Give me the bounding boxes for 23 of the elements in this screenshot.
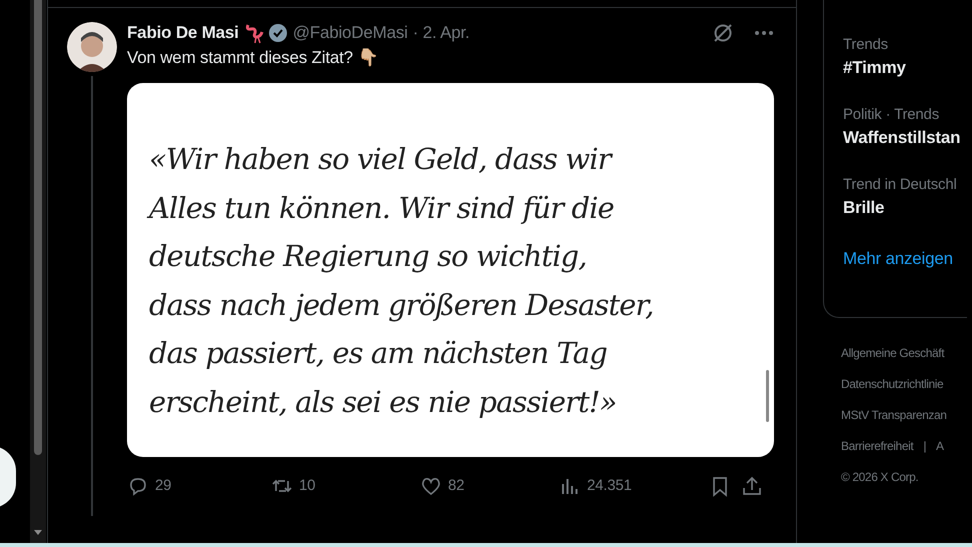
show-more-link[interactable]: Mehr anzeigen [843, 246, 967, 272]
trend-context: Trend in Deutschl [843, 176, 958, 194]
author-handle[interactable]: @FabioDeMasi [292, 20, 408, 46]
quote-text: «Wir haben so viel Geld, dass wir Alles tun können. Wir sind für die deutsche Regierung so wichtig, dass nach jedem größeren Desaster, das passiert, es am nächsten Tag erscheint, als sei es nie passiert!» [149, 135, 654, 426]
footer-link[interactable]: A [936, 437, 944, 455]
footer-link[interactable]: Barrierefreiheit [841, 437, 914, 455]
views-button[interactable]: 24.351 [559, 474, 709, 498]
trend-topic[interactable]: Brille [843, 197, 967, 219]
trend-topic[interactable]: #Timmy [843, 57, 967, 79]
author-name[interactable]: Fabio De Masi [127, 20, 239, 46]
trend-context: Trends [843, 36, 889, 54]
repost-button[interactable]: 10 [271, 474, 420, 498]
footer-link[interactable]: Allgemeine Geschäft [841, 344, 944, 362]
trend-topic[interactable]: Waffenstillstan [843, 127, 967, 149]
trend-context: Politik · Trends [843, 106, 940, 124]
footer-link[interactable]: MStV Transparenzan [841, 406, 947, 424]
like-button[interactable]: 82 [420, 474, 559, 498]
reply-button[interactable]: 29 [127, 474, 271, 498]
footer-link[interactable]: Datenschutzrichtlinie [841, 375, 944, 393]
copyright-text[interactable]: © 2026 X Corp. [841, 468, 918, 486]
post-text: Von wem stammt dieses Zitat? 👇🏼 [127, 47, 380, 69]
post-date[interactable]: · 2. Apr. [412, 20, 470, 46]
separator: | [923, 438, 926, 455]
